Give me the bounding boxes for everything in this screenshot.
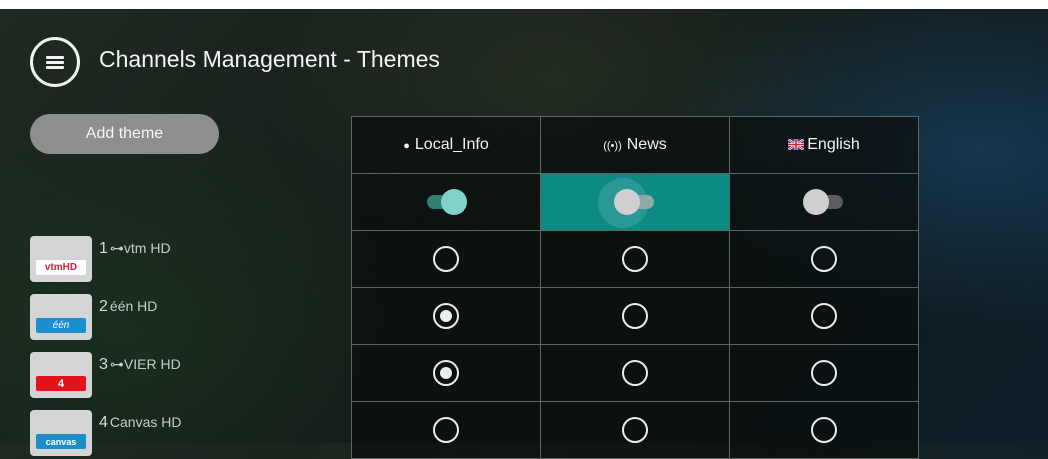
toggle-cell xyxy=(351,173,541,231)
channel-name: Canvas HD xyxy=(109,414,182,430)
channel-label: 4 Canvas HD xyxy=(99,414,182,432)
column-header-english: English xyxy=(729,116,919,174)
toggle-knob xyxy=(614,189,640,215)
channel-number: 3 xyxy=(99,356,108,373)
channel-name: vtm HD xyxy=(123,240,171,256)
radio-cell xyxy=(351,401,541,459)
toggle-cell xyxy=(729,173,919,231)
theme-toggle-news[interactable] xyxy=(614,189,654,215)
channel-name: één HD xyxy=(109,298,158,314)
channel-number: 1 xyxy=(99,240,108,257)
radio-cell xyxy=(540,401,730,459)
radio-cell xyxy=(540,344,730,402)
theme-radio[interactable] xyxy=(622,360,648,386)
lock-icon: ⊶ xyxy=(109,240,124,256)
theme-radio[interactable] xyxy=(433,417,459,443)
theme-radio[interactable] xyxy=(622,246,648,272)
theme-radio[interactable] xyxy=(622,417,648,443)
theme-radio[interactable] xyxy=(433,303,459,329)
broadcast-icon: ((•)) xyxy=(603,140,622,152)
uk-flag-icon xyxy=(787,138,805,151)
theme-toggle-english[interactable] xyxy=(803,189,843,215)
channel-number: 4 xyxy=(99,414,108,431)
theme-grid: ● Local_Info ((•)) News English xyxy=(351,116,919,459)
channel-item[interactable]: canvas 4 Canvas HD xyxy=(30,410,350,456)
radio-cell xyxy=(729,287,919,345)
een-hd-logo: één xyxy=(30,294,92,340)
channel-item[interactable]: vtmHD 1 ⊶vtm HD xyxy=(30,236,350,282)
toggle-cell-focused xyxy=(540,173,730,231)
radio-cell xyxy=(351,287,541,345)
channel-item[interactable]: één 2 één HD xyxy=(30,294,350,340)
vtm-hd-logo: vtmHD xyxy=(30,236,92,282)
lock-icon: ⊶ xyxy=(109,356,124,372)
channel-item[interactable]: 4 3 ⊶VIER HD xyxy=(30,352,350,398)
radio-selected-dot xyxy=(440,310,452,322)
theme-radio[interactable] xyxy=(811,417,837,443)
radio-cell xyxy=(729,401,919,459)
radio-selected-dot xyxy=(440,367,452,379)
page-title: Channels Management - Themes xyxy=(99,46,440,72)
channel-label: 2 één HD xyxy=(99,298,157,316)
info-icon: ● xyxy=(403,140,410,152)
radio-cell xyxy=(540,287,730,345)
toggle-knob xyxy=(803,189,829,215)
top-edge xyxy=(0,0,1048,9)
theme-radio[interactable] xyxy=(811,246,837,272)
radio-cell xyxy=(729,230,919,288)
radio-cell xyxy=(729,344,919,402)
theme-radio[interactable] xyxy=(811,360,837,386)
theme-radio[interactable] xyxy=(433,246,459,272)
vier-hd-logo: 4 xyxy=(30,352,92,398)
channel-label: 1 ⊶vtm HD xyxy=(99,240,171,258)
theme-radio[interactable] xyxy=(622,303,648,329)
add-theme-button[interactable]: Add theme xyxy=(30,114,219,154)
column-header-local-info: ● Local_Info xyxy=(351,116,541,174)
radio-cell xyxy=(351,344,541,402)
theme-radio[interactable] xyxy=(811,303,837,329)
canvas-hd-logo: canvas xyxy=(30,410,92,456)
toggle-knob xyxy=(441,189,467,215)
channel-name: VIER HD xyxy=(123,356,181,372)
channel-label: 3 ⊶VIER HD xyxy=(99,356,181,374)
theme-radio[interactable] xyxy=(433,360,459,386)
menu-button[interactable] xyxy=(30,37,80,87)
theme-toggle-local-info[interactable] xyxy=(427,189,467,215)
channel-number: 2 xyxy=(99,298,108,315)
radio-cell xyxy=(351,230,541,288)
column-header-news: ((•)) News xyxy=(540,116,730,174)
radio-cell xyxy=(540,230,730,288)
hamburger-menu-icon xyxy=(46,56,64,69)
